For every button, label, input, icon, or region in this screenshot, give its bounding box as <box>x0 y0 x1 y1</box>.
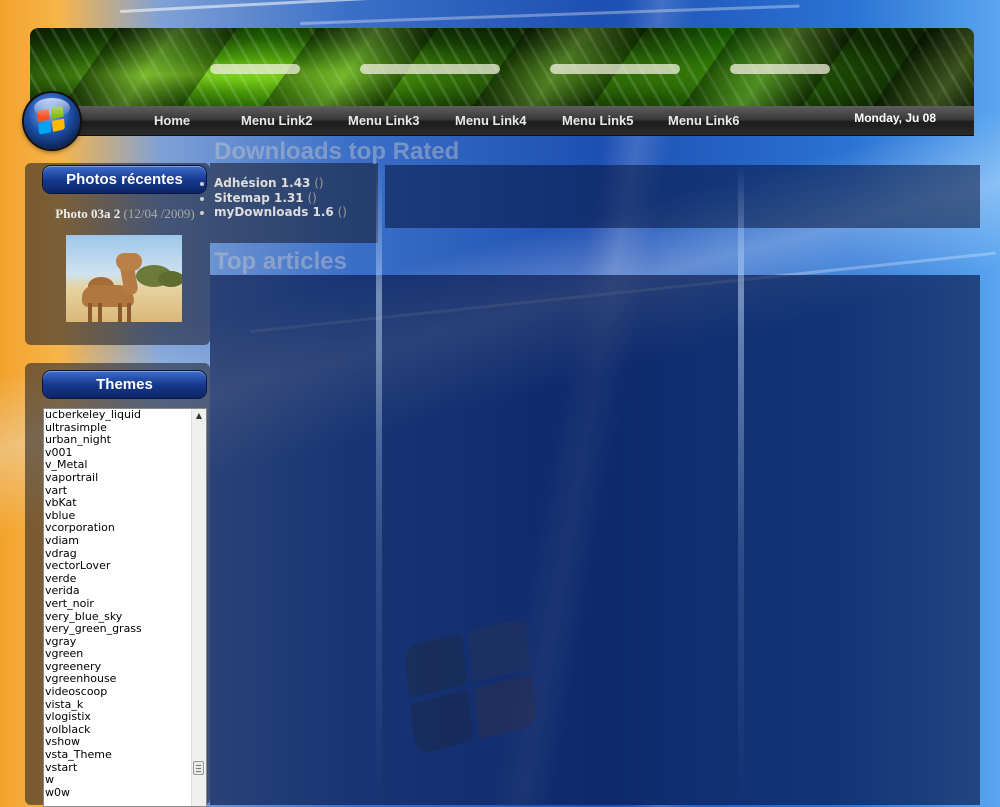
light-streak <box>376 165 382 805</box>
nav-home[interactable]: Home <box>154 113 190 128</box>
light-streak <box>738 165 744 805</box>
theme-option[interactable]: vstart <box>45 761 191 775</box>
photo-caption[interactable]: Photo 03a 2 (12/04 /2009) <box>50 207 200 221</box>
download-item[interactable]: Adhésion 1.43 () <box>214 176 347 191</box>
articles-panel <box>210 275 980 805</box>
nav-menu-link2[interactable]: Menu Link2 <box>241 113 313 128</box>
windows-logo-icon[interactable] <box>24 93 80 149</box>
theme-option[interactable]: w <box>45 774 191 787</box>
download-item[interactable]: myDownloads 1.6 () <box>214 205 347 220</box>
themes-scrollbar[interactable]: ▲ <box>191 409 206 806</box>
nav-menu-link6[interactable]: Menu Link6 <box>668 113 740 128</box>
theme-option[interactable]: w0w <box>45 786 191 800</box>
theme-option[interactable]: vsta_Theme <box>45 748 191 762</box>
camel-photo-thumbnail[interactable] <box>66 235 182 322</box>
theme-option[interactable]: vert_noir <box>45 597 191 611</box>
scroll-thumb[interactable] <box>193 761 204 775</box>
theme-option[interactable]: very_green_grass <box>45 622 191 636</box>
theme-option[interactable]: vdiam <box>45 534 191 548</box>
current-date: Monday, Ju 08 <box>854 111 936 125</box>
themes-list[interactable]: ucberkeley_liquid ultrasimple urban_night v… <box>45 409 191 799</box>
theme-option[interactable]: videoscoop <box>45 685 191 699</box>
theme-option[interactable]: vgreen <box>45 648 191 661</box>
theme-option[interactable]: urban_night <box>45 434 191 447</box>
header-banner <box>30 28 974 106</box>
articles-heading: Top articles <box>214 248 347 275</box>
photos-block-title: Photos récentes <box>43 166 206 193</box>
photo-date: (12/04 /2009) <box>123 206 195 221</box>
themes-block-title: Themes <box>43 371 206 398</box>
theme-option[interactable]: vlogistix <box>45 711 191 724</box>
theme-option[interactable]: ucberkeley_liquid <box>45 409 191 422</box>
nav-menu-link4[interactable]: Menu Link4 <box>455 113 527 128</box>
downloads-list: Adhésion 1.43 () Sitemap 1.31 () myDownl… <box>200 176 347 220</box>
themes-listbox[interactable]: ucberkeley_liquid ultrasimple urban_night v… <box>43 408 207 807</box>
downloads-panel <box>385 165 980 228</box>
downloads-heading: Downloads top Rated <box>214 138 460 165</box>
theme-option[interactable]: vaportrail <box>45 471 191 485</box>
theme-option[interactable]: vectorLover <box>45 560 191 573</box>
scroll-up-icon[interactable]: ▲ <box>192 409 206 423</box>
nav-menu-link5[interactable]: Menu Link5 <box>562 113 634 128</box>
main-navbar: Home Menu Link2 Menu Link3 Menu Link4 Me… <box>58 106 974 136</box>
photo-name[interactable]: Photo 03a 2 <box>55 206 120 221</box>
download-item[interactable]: Sitemap 1.31 () <box>214 191 347 206</box>
nav-menu-link3[interactable]: Menu Link3 <box>348 113 420 128</box>
background-streak <box>299 4 800 25</box>
background-streak <box>119 0 480 13</box>
theme-option[interactable]: vbKat <box>45 497 191 510</box>
